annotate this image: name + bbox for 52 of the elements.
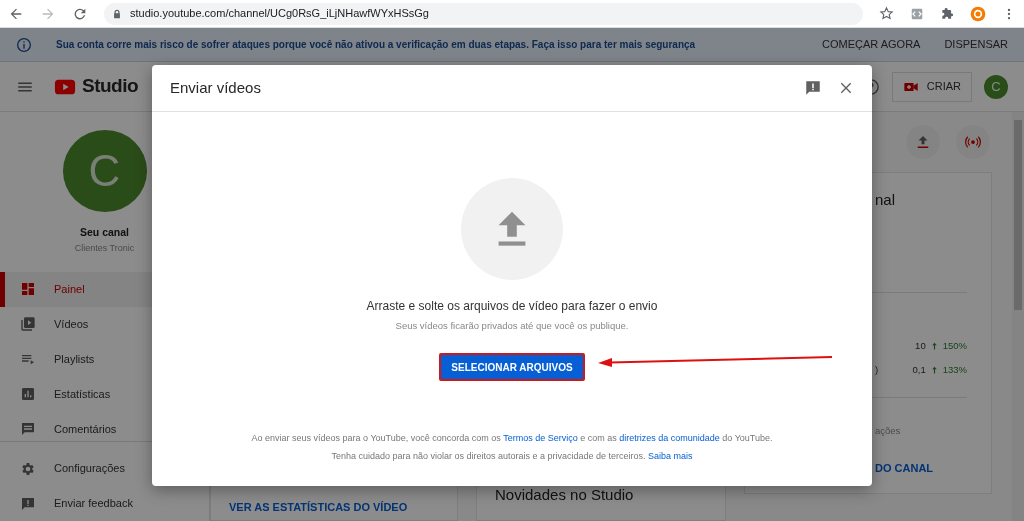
channel-label: Seu canal [79,224,130,240]
lock-icon [112,8,122,19]
live-button[interactable] [956,125,990,159]
nav-item[interactable]: Estatísticas [0,376,209,412]
metric-change: 150% [942,338,967,353]
nav-item[interactable]: Enviar feedback [0,486,209,521]
video-stats-link[interactable]: VER AS ESTATÍSTICAS DO VÍDEO [229,498,457,515]
terms-link[interactable]: Termos de Serviço [503,433,578,444]
card-title: nal [875,190,896,210]
nav-item[interactable]: Configurações [0,451,209,487]
terms-text: Ao enviar seus vídeos para o YouTube, você concorda com os Termos de Serviço e com as diretrizes da comunidade do YouTube. [251,432,773,446]
banner-action-button[interactable]: DISPENSAR [944,36,1008,53]
scrollbar[interactable] [1012,112,1024,521]
terms-link[interactable]: diretrizes da comunidade [619,433,720,444]
feedback-icon[interactable] [804,79,822,97]
url-text: studio.youtube.com/channel/UCg0RsG_iLjNHawfWYxHSsGg [130,6,429,22]
comment-icon [20,420,36,437]
dialog-title: Enviar vídeos [170,77,261,98]
logo-text[interactable]: Studio [82,72,139,101]
bookmark-star-icon[interactable] [879,6,894,21]
dashboard-icon [20,281,36,298]
channel-name: Clientes Tronic [73,242,136,256]
gear-icon [20,460,36,477]
terms-link[interactable]: Saiba mais [648,451,693,462]
upload-button[interactable] [906,125,940,159]
drop-instruction: Arraste e solte os arquivos de vídeo para fazer o envio [366,298,658,315]
card-text: ações [875,424,901,438]
nav-item[interactable]: Vídeos [0,306,209,342]
metric-change: 133% [942,362,967,377]
metric-label: ) [875,362,879,377]
metric-value: 10 [915,338,926,353]
address-bar[interactable]: studio.youtube.com/channel/UCg0RsG_iLjNHawfWYxHSsGg [104,2,863,25]
terms-text: Tenha cuidado para não violar os direitos autorais e a privacidade de terceiros. Saiba mais [330,450,694,464]
create-button[interactable]: CRIAR [891,71,972,102]
info-icon [16,36,32,53]
scrollbar-thumb[interactable] [1014,120,1022,310]
account-avatar[interactable]: C [984,74,1008,99]
bar-chart-icon [20,386,36,403]
video-library-icon [20,316,36,333]
select-files-button[interactable]: SELECIONAR ARQUIVOS [439,353,585,382]
puzzle-icon[interactable] [940,6,954,21]
privacy-note: Seus vídeos ficarão privados até que você os publique. [395,319,629,333]
nav-item[interactable]: Playlists [0,341,209,377]
profile-icon[interactable] [970,5,986,22]
metric-value: 0,1 [912,362,926,377]
banner-action-button[interactable]: COMEÇAR AGORA [822,36,921,53]
code-extension-icon[interactable] [910,6,924,21]
feedback-icon [20,495,36,512]
card-title: Novidades no Studio [495,484,635,505]
close-icon[interactable] [838,80,854,96]
banner-message: Sua conta corre mais risco de sofrer ataques porque você não ativou a verificação em duas etapas. Faça isso para ter mais segurança [56,38,696,52]
channel-stats-link[interactable]: DO CANAL [875,460,934,477]
